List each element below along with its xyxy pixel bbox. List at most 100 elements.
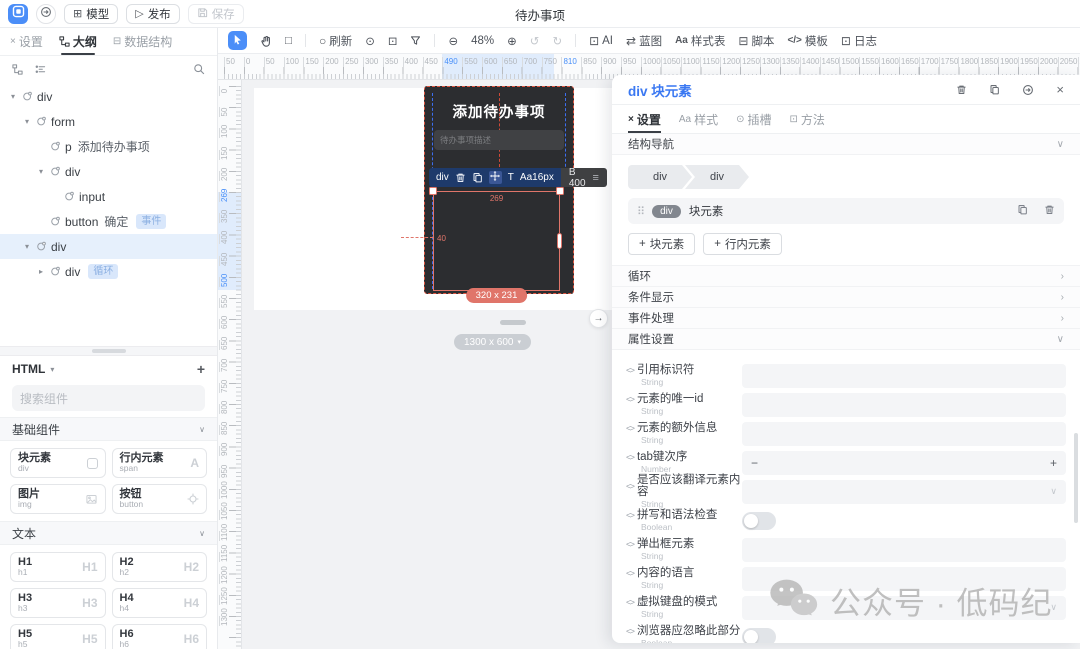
property-stepper[interactable]: −+ xyxy=(742,451,1066,475)
tree-view-icon[interactable] xyxy=(12,64,23,75)
page-frame[interactable]: 添加待办事项 待办事项描述 div T Aa16px B 400 xyxy=(424,86,574,294)
property-select[interactable]: ∨ xyxy=(742,480,1066,504)
tree-node-form[interactable]: ▾form xyxy=(0,109,217,134)
section-row[interactable]: 属性设置∨ xyxy=(612,329,1080,350)
text-tool-button[interactable]: T xyxy=(508,172,514,183)
inspector-tab-1[interactable]: ×设置 xyxy=(628,105,661,133)
section-structure-nav[interactable]: 结构导航∨ xyxy=(612,134,1080,155)
resize-handle[interactable] xyxy=(557,233,562,249)
search-icon[interactable] xyxy=(193,63,205,75)
refresh-button[interactable]: ○刷新 xyxy=(319,33,352,49)
hand-tool-button[interactable] xyxy=(260,35,272,47)
library-section-header[interactable]: 基础组件∨ xyxy=(0,417,217,441)
tree-node-div[interactable]: ▾div xyxy=(0,84,217,109)
trash-icon[interactable] xyxy=(1044,202,1055,220)
library-section-header[interactable]: 文本∨ xyxy=(0,521,217,545)
stylesheet-button[interactable]: Aa样式表 xyxy=(675,33,725,49)
log-button[interactable]: ⊡日志 xyxy=(841,33,877,49)
ai-button[interactable]: ⊡AI xyxy=(589,35,613,47)
breadcrumb-item[interactable]: div xyxy=(628,165,692,189)
component-card-img[interactable]: 图片img xyxy=(10,484,106,514)
component-card-h3[interactable]: H3h3H3 xyxy=(10,588,106,618)
property-toggle[interactable] xyxy=(742,512,776,530)
section-row[interactable]: 条件显示› xyxy=(612,287,1080,308)
tree-node-button[interactable]: button确定事件 xyxy=(0,209,217,234)
tree-node-input[interactable]: input xyxy=(0,184,217,209)
property-select[interactable]: ∨ xyxy=(742,596,1066,620)
property-toggle[interactable] xyxy=(742,628,776,644)
search-components-input[interactable]: 搜索组件 xyxy=(12,385,205,411)
frame-tool-button[interactable]: □ xyxy=(285,35,292,47)
move-button[interactable] xyxy=(489,171,502,184)
stage-input[interactable]: 待办事项描述 xyxy=(434,130,564,150)
resize-handle[interactable] xyxy=(556,187,564,195)
selected-element[interactable]: 269 40 320 x 231 xyxy=(433,191,560,291)
property-input[interactable] xyxy=(742,538,1066,562)
trash-icon[interactable] xyxy=(455,172,466,183)
tree-node-div[interactable]: ▾div xyxy=(0,159,217,184)
section-row[interactable]: 循环› xyxy=(612,266,1080,287)
redo-button[interactable]: ↻ xyxy=(552,34,562,48)
component-card-button[interactable]: 按钮button xyxy=(112,484,208,514)
library-group-select[interactable]: HTML xyxy=(12,362,45,376)
settings-tool-icon[interactable]: ⊙ xyxy=(365,34,375,48)
inspector-tab-2[interactable]: Aa样式 xyxy=(679,105,718,133)
section-row[interactable]: 事件处理› xyxy=(612,308,1080,329)
add-library-button[interactable]: + xyxy=(197,361,205,377)
component-card-span[interactable]: 行内元素spanA xyxy=(112,448,208,478)
breadcrumb-item[interactable]: div xyxy=(685,165,749,189)
expand-arrow-icon[interactable]: ▾ xyxy=(36,167,46,176)
stage-heading[interactable]: 添加待办事项 xyxy=(425,101,573,122)
component-card-h6[interactable]: H6h6H6 xyxy=(112,624,208,649)
expand-arrow-icon[interactable]: ▾ xyxy=(8,92,18,101)
copy-icon[interactable] xyxy=(1017,202,1028,220)
inspector-tab-4[interactable]: ⊡方法 xyxy=(790,105,825,133)
resize-handle[interactable] xyxy=(429,187,437,195)
zoom-in-button[interactable]: ⊕ xyxy=(507,34,517,48)
component-card-h4[interactable]: H4h4H4 xyxy=(112,588,208,618)
add-button[interactable]: +块元素 xyxy=(628,233,695,255)
tab-data-structure[interactable]: ⊟数据结构 xyxy=(113,28,172,55)
copy-icon[interactable] xyxy=(472,172,483,183)
locate-element-icon[interactable] xyxy=(1022,84,1034,96)
font-weight-button[interactable]: B 400 xyxy=(569,167,586,189)
add-button[interactable]: +行内元素 xyxy=(703,233,782,255)
element-row[interactable]: ⠿ div 块元素 xyxy=(628,198,1064,224)
tree-node-div[interactable]: ▾div xyxy=(0,234,217,259)
plus-icon[interactable]: + xyxy=(1050,456,1057,470)
template-button[interactable]: </>模板 xyxy=(787,33,827,49)
scrollbar-thumb[interactable] xyxy=(1074,433,1078,523)
property-input[interactable] xyxy=(742,364,1066,388)
zoom-level[interactable]: 48% xyxy=(471,35,494,47)
script-button[interactable]: ⊟脚本 xyxy=(738,33,774,49)
tab-outline[interactable]: 大纲 xyxy=(59,28,97,55)
close-icon[interactable]: × xyxy=(1056,83,1064,96)
align-icon[interactable]: ≡ xyxy=(593,172,599,184)
expand-arrow-icon[interactable]: ▾ xyxy=(22,117,32,126)
drag-handle-icon[interactable]: ⠿ xyxy=(637,205,644,218)
component-card-h1[interactable]: H1h1H1 xyxy=(10,552,106,582)
filter-tool-icon[interactable] xyxy=(410,35,421,46)
duplicate-element-icon[interactable] xyxy=(989,84,1000,95)
minus-icon[interactable]: − xyxy=(751,456,758,470)
panel-collapse-button[interactable]: → xyxy=(589,309,608,328)
component-card-h2[interactable]: H2h2H2 xyxy=(112,552,208,582)
component-card-h5[interactable]: H5h5H5 xyxy=(10,624,106,649)
property-input[interactable] xyxy=(742,393,1066,417)
blueprint-button[interactable]: ⇄蓝图 xyxy=(626,33,662,49)
undo-button[interactable]: ↺ xyxy=(530,34,540,48)
tree-node-p[interactable]: p添加待办事项 xyxy=(0,134,217,159)
property-input[interactable] xyxy=(742,422,1066,446)
tree-node-div[interactable]: ▸div循环 xyxy=(0,259,217,284)
cursor-tool-button[interactable] xyxy=(228,31,247,50)
zoom-out-button[interactable]: ⊖ xyxy=(448,34,458,48)
panel-tool-icon[interactable]: ⊡ xyxy=(388,34,398,48)
property-input[interactable] xyxy=(742,567,1066,591)
expand-arrow-icon[interactable]: ▸ xyxy=(36,267,46,276)
panel-splitter[interactable] xyxy=(0,346,217,356)
delete-element-icon[interactable] xyxy=(956,84,967,95)
expand-arrow-icon[interactable]: ▾ xyxy=(22,242,32,251)
collapse-list-icon[interactable] xyxy=(35,64,46,75)
inspector-tab-3[interactable]: ⊙插槽 xyxy=(736,105,771,133)
tab-settings[interactable]: ×设置 xyxy=(10,28,43,55)
